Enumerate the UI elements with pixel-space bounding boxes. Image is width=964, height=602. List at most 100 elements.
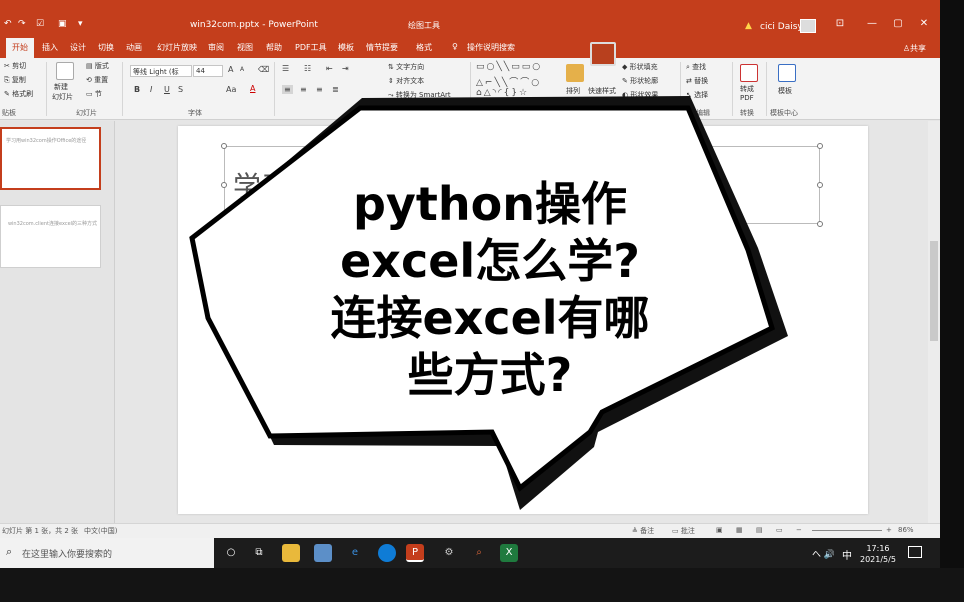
resize-handle[interactable] [817,221,823,227]
quick-styles-label[interactable]: 快速样式 [588,86,616,96]
search-app-icon[interactable]: ⌕ [470,544,488,562]
align-left-icon[interactable]: ≡ [282,85,293,94]
tell-me-search[interactable]: 操作说明搜索 [467,42,515,53]
tab-format[interactable]: 格式 [416,42,432,53]
quick-styles-icon[interactable] [590,42,616,66]
shapes-gallery[interactable]: ▭○╲╲▭▭○ [476,62,542,72]
font-size-select[interactable]: 44 [193,65,223,77]
zoom-level[interactable]: 86% [898,526,914,534]
underline-button[interactable]: U [164,85,170,94]
restore-button[interactable]: ▢ [888,18,908,34]
share-button[interactable]: ♙共享 [903,43,926,54]
new-slide-label[interactable]: 新建 [54,82,68,92]
notes-button[interactable]: ≜ 备注 [632,526,654,536]
zoom-out-button[interactable]: − [796,526,802,534]
format-painter-button[interactable]: ✎ 格式刷 [4,89,33,99]
new-slide-label-2[interactable]: 幻灯片 [52,92,73,102]
comments-button[interactable]: ▭ 批注 [672,526,695,536]
present-icon[interactable]: ▣ [58,19,67,29]
vertical-scrollbar[interactable] [928,121,940,523]
replace-button[interactable]: ⇄ 替换 [686,76,708,86]
shapes-gallery-row2[interactable]: △⌐╲╲⌒⌒○ [476,75,541,88]
resize-handle[interactable] [817,143,823,149]
resize-handle[interactable] [221,143,227,149]
lightbulb-icon[interactable]: ♀ [452,42,458,51]
pdf-icon[interactable] [740,64,758,82]
layout-button[interactable]: ▤ 版式 [86,61,109,71]
shadow-button[interactable]: S [178,85,183,94]
align-right-icon[interactable]: ≡ [316,85,323,94]
smartart-button[interactable]: ⤳ 转换为 SmartArt [388,90,451,100]
grow-font-icon[interactable]: A [228,65,233,74]
avatar[interactable] [800,19,816,33]
file-explorer-icon[interactable] [282,544,300,562]
font-name-select[interactable]: 等线 Light (标 [130,65,192,77]
resize-handle[interactable] [520,143,526,149]
task-view-icon[interactable]: ⧉ [250,544,268,562]
tab-insert[interactable]: 插入 [42,42,58,53]
docs-link[interactable]: docs [724,266,756,282]
resize-handle[interactable] [817,182,823,188]
indent-icon[interactable]: ⇤ [326,64,333,73]
arrange-label[interactable]: 排列 [566,86,580,96]
ribbon-options-icon[interactable]: ⊡ [830,18,850,34]
shape-effect-button[interactable]: ◐ 形状效果 [622,90,658,100]
ie-icon[interactable]: e [346,544,364,562]
tab-home[interactable]: 开始 [6,38,34,58]
user-name[interactable]: cici Daisy [760,22,803,32]
arrange-icon[interactable] [566,64,584,82]
tab-transitions[interactable]: 切换 [98,42,114,53]
slideshow-view-icon[interactable]: ▭ [776,526,783,534]
redo-icon[interactable]: ↷ [18,19,26,29]
italic-button[interactable]: I [150,85,152,94]
copy-button[interactable]: ⎘ 复制 [4,75,26,85]
template-icon[interactable] [778,64,796,82]
customize-qat-icon[interactable]: ▾ [78,19,83,29]
slide-thumbnail-1[interactable]: 学习用win32com操作Office的途径 [0,127,101,190]
text-direction-button[interactable]: ⇅ 文字方向 [388,62,424,72]
convert-pdf-label[interactable]: 转成 PDF [740,85,754,103]
warning-icon[interactable]: ▲ [745,21,752,31]
tab-pdf-tools[interactable]: PDF工具 [295,42,327,53]
template-label[interactable]: 模板 [778,86,792,96]
section-button[interactable]: ▭ 节 [86,89,102,99]
undo-icon[interactable]: ↶ [4,19,12,29]
scrollbar-thumb[interactable] [930,241,938,341]
system-tray[interactable]: へ 🔊 [812,547,835,560]
tab-help[interactable]: 帮助 [266,42,282,53]
normal-view-icon[interactable]: ▣ [716,526,723,534]
align-center-icon[interactable]: ≡ [300,85,307,94]
numbering-icon[interactable]: ☷ [304,64,311,73]
zoom-in-button[interactable]: + [886,526,892,534]
tab-design[interactable]: 设计 [70,42,86,53]
notification-icon[interactable] [908,546,922,558]
bold-button[interactable]: B [134,85,140,94]
tab-slideshow[interactable]: 幻灯片放映 [157,42,197,53]
shape-outline-button[interactable]: ✎ 形状轮廓 [622,76,658,86]
reading-view-icon[interactable]: ▤ [756,526,763,534]
new-slide-icon[interactable] [56,62,74,80]
find-button[interactable]: ⌕ 查找 [686,62,706,72]
excel-icon[interactable]: X [500,544,518,562]
resize-handle[interactable] [221,182,227,188]
change-case-button[interactable]: Aa [226,85,236,94]
powerpoint-icon[interactable]: P [406,544,424,562]
tab-template[interactable]: 模板 [338,42,354,53]
ime-indicator[interactable]: 中 [842,547,852,562]
bullets-icon[interactable]: ☰ [282,64,289,73]
cortana-icon[interactable]: ○ [222,544,240,562]
tab-review[interactable]: 审阅 [208,42,224,53]
zoom-slider[interactable] [812,530,882,531]
tab-storyboard[interactable]: 情节提要 [366,42,398,53]
language-indicator[interactable]: 中文(中国) [84,526,117,536]
close-button[interactable]: ✕ [914,18,934,34]
app-icon[interactable] [314,544,332,562]
resize-handle[interactable] [221,221,227,227]
outdent-icon[interactable]: ⇥ [342,64,349,73]
font-color-button[interactable]: A [250,84,255,93]
sorter-view-icon[interactable]: ▦ [736,526,743,534]
cut-button[interactable]: ✂ 剪切 [4,61,26,71]
justify-icon[interactable]: ≣ [332,85,339,94]
slide-thumbnail-2[interactable]: win32com.client连接excel的三种方式 [0,205,101,268]
shape-fill-button[interactable]: ◆ 形状填充 [622,62,658,72]
